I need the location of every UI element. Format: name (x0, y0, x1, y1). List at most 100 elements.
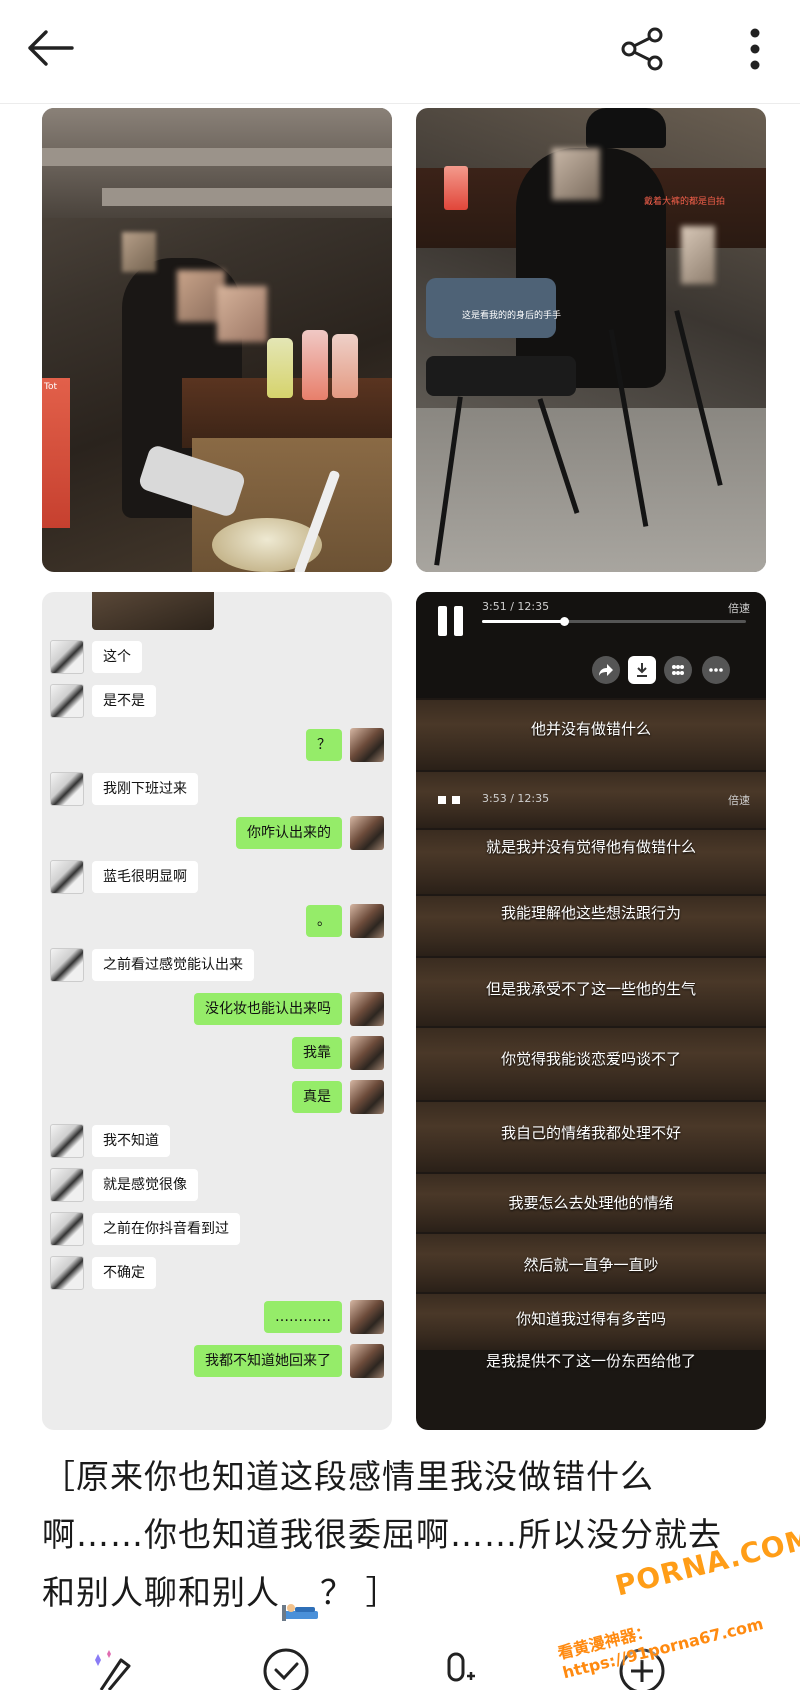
chat-message-row: 这个 (42, 640, 392, 674)
chat-message-row: 之前看过感觉能认出来 (42, 948, 392, 982)
avatar (50, 684, 84, 718)
caption-line: 啊……你也知道我很委屈啊……所以没分就去 (42, 1515, 722, 1554)
share-arrow-icon (592, 656, 620, 684)
avatar (50, 1124, 84, 1158)
photo-video-subtitles[interactable]: 3:51 / 12:35 倍速 3:53 / 12:35 倍速 他并没有做错什么… (416, 592, 766, 1430)
subtitle-line: 你知道我过得有多苦吗 (515, 1310, 666, 1328)
outgoing-message-bubble: ？ (306, 729, 342, 761)
avatar (50, 772, 84, 806)
avatar (350, 1344, 384, 1378)
person-cap (586, 108, 666, 148)
more-vertical-icon (750, 28, 760, 70)
avatar (350, 816, 384, 850)
incoming-message-bubble: 不确定 (92, 1257, 156, 1289)
avatar (350, 904, 384, 938)
mic-icon (447, 1652, 475, 1682)
voice-button[interactable] (428, 1630, 488, 1690)
magic-pen-icon (95, 1650, 131, 1690)
pink-drink (444, 166, 468, 210)
avatar (350, 1036, 384, 1070)
outgoing-message-bubble: 我都不知道她回来了 (194, 1345, 342, 1377)
more-horizontal-icon (702, 656, 730, 684)
subtitle-line: 你觉得我能谈恋爱吗谈不了 (500, 1050, 681, 1068)
subtitle-line: 是我提供不了这一份东西给他了 (485, 1352, 696, 1370)
magic-pen-button[interactable] (82, 1630, 142, 1690)
download-icon (628, 656, 656, 684)
photo-chat-screenshot[interactable]: 这个是不是 ？ 我刚下班过来你咋认出来的蓝毛很明显啊。之前看过感觉能认出来没化妆也能… (42, 592, 392, 1430)
mosaic-blur (122, 232, 156, 272)
ceiling-beam (102, 188, 392, 206)
avatar (50, 640, 84, 674)
avatar (50, 1256, 84, 1290)
photo-caption: 戴着大裤的都是自拍 (644, 197, 726, 207)
chat-message-row: 我靠 (42, 1036, 392, 1070)
incoming-message-bubble: 我刚下班过来 (92, 773, 198, 805)
mosaic-blur (217, 286, 267, 342)
video-progress-fill (482, 620, 564, 623)
bed-emoji-icon (280, 1583, 320, 1621)
photo-bar-interior[interactable]: Tot (42, 108, 392, 572)
outgoing-message-bubble: ………… (264, 1301, 342, 1333)
chat-message-row: 你咋认出来的 (42, 816, 392, 850)
back-button[interactable] (18, 20, 82, 76)
incoming-message-bubble: 之前在你抖音看到过 (92, 1213, 240, 1245)
pause-icon (438, 796, 464, 804)
drink-bottle (332, 334, 358, 398)
ceiling-beam (42, 148, 392, 166)
chat-message-row: 我刚下班过来 (42, 772, 392, 806)
chat-message-row: 就是感觉很像 (42, 1168, 392, 1202)
incoming-message-bubble: 蓝毛很明显啊 (92, 861, 198, 893)
post-caption: ［原来你也知道这段感情里我没做错什么 啊……你也知道我很委屈啊……所以没分就去 … (42, 1448, 772, 1622)
avatar (350, 992, 384, 1026)
chat-message-row: 蓝毛很明显啊 (42, 860, 392, 894)
avatar (350, 728, 384, 762)
drink-bottle (267, 338, 293, 398)
outgoing-message-bubble: 。 (306, 905, 342, 937)
playback-speed: 倍速 (728, 794, 750, 807)
chat-message-row: ？ (42, 728, 392, 762)
chat-message-row: 。 (42, 904, 392, 938)
subtitle-line: 我要怎么去处理他的情绪 (508, 1194, 674, 1212)
video-progress-handle (559, 617, 569, 626)
avatar (50, 860, 84, 894)
mosaic-blur (552, 148, 600, 200)
more-options-button[interactable] (730, 18, 780, 80)
chat-message-row: 是不是 (42, 684, 392, 718)
photo-bar-seated-person[interactable]: 戴着大裤的都是自拍 这是看我的的身后的手手 (416, 108, 766, 572)
chat-message-row: 我都不知道她回来了 (42, 1344, 392, 1378)
outgoing-message-bubble: 没化妆也能认出来吗 (194, 993, 342, 1025)
share-button[interactable] (612, 18, 674, 80)
playback-speed: 倍速 (728, 602, 750, 615)
subtitle-line: 我自己的情绪我都处理不好 (500, 1124, 681, 1142)
chat-message-row: ………… (42, 1300, 392, 1334)
caption-text: 和别人聊和别人 (42, 1573, 280, 1612)
outgoing-message-bubble: 你咋认出来的 (236, 817, 342, 849)
incoming-message-bubble: 就是感觉很像 (92, 1169, 198, 1201)
chat-image-thumbnail (92, 592, 214, 630)
menu-card-brand: Tot (44, 382, 58, 392)
video-player-controls: 3:51 / 12:35 倍速 (416, 592, 766, 698)
photo-caption: 这是看我的的身后的手手 (462, 311, 562, 321)
outgoing-message-bubble: 真是 (292, 1081, 342, 1113)
caption-line: ［原来你也知道这段感情里我没做错什么 (42, 1457, 654, 1496)
chair-seat (426, 356, 576, 396)
chat-message-row: 不确定 (42, 1256, 392, 1290)
chat-message-row: 我不知道 (42, 1124, 392, 1158)
subtitle-strip (416, 770, 766, 828)
avatar (50, 1212, 84, 1246)
subtitle-line: 但是我承受不了这一些他的生气 (485, 980, 696, 998)
caption-text: ？ ］ (320, 1573, 400, 1612)
check-button[interactable] (256, 1630, 316, 1690)
video-progress-bar (482, 617, 746, 626)
video-time: 3:51 / 12:35 (482, 600, 550, 613)
video-time: 3:53 / 12:35 (482, 792, 550, 805)
avatar (50, 948, 84, 982)
mosaic-blur (681, 226, 715, 284)
incoming-message-bubble: 我不知道 (92, 1125, 170, 1157)
chat-message-row: 真是 (42, 1080, 392, 1114)
incoming-message-bubble: 这个 (92, 641, 142, 673)
share-icon (621, 27, 663, 71)
avatar (50, 1168, 84, 1202)
menu-card: Tot (42, 378, 70, 528)
subtitle-line: 我能理解他这些想法跟行为 (500, 904, 681, 922)
